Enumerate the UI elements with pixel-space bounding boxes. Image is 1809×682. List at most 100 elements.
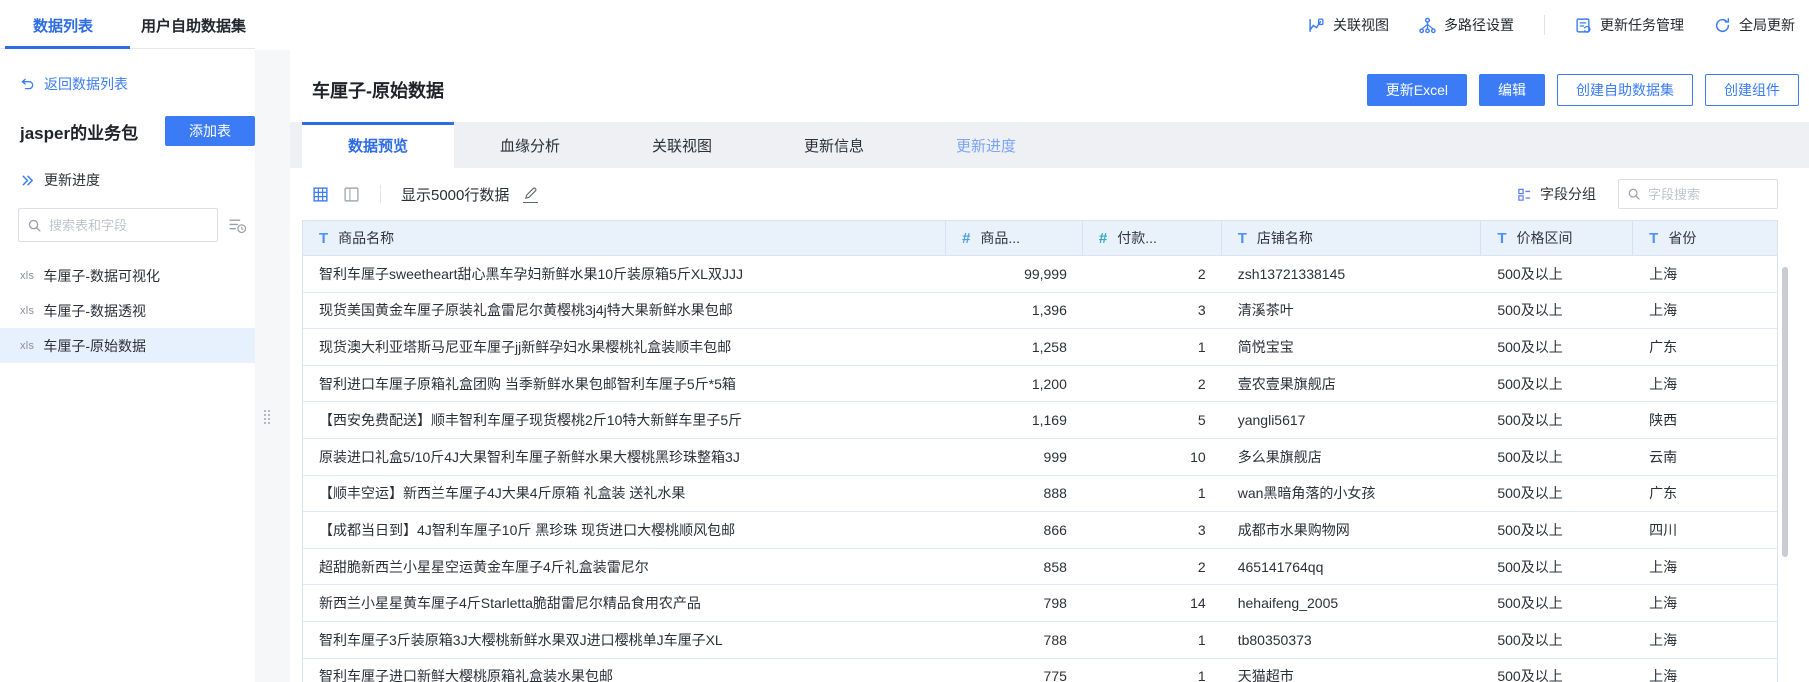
content-tab[interactable]: 更新进度 [910,122,1062,168]
vertical-scrollbar[interactable] [1782,267,1788,557]
table-cell: 465141764qq [1222,549,1482,585]
table-row[interactable]: 新西兰小星星黄车厘子4斤Starletta脆甜雷尼尔精品食用农产品79814he… [303,585,1777,622]
table-cell: 智利车厘子sweetheart甜心黑车孕妇新鲜水果10斤装原箱5斤XL双JJJ [303,256,946,292]
top-action[interactable]: 关联视图 [1308,15,1389,35]
drag-handle-icon[interactable] [264,410,273,424]
table-row[interactable]: 现货澳大利亚塔斯马尼亚车厘子jj新鲜孕妇水果樱桃礼盒装顺丰包邮1,2581简悦宝… [303,329,1777,366]
table-row[interactable]: 原装进口礼盒5/10斤4J大果智利车厘子新鲜水果大樱桃黑珍珠整箱3J99910多… [303,439,1777,476]
field-group-icon [1517,187,1532,202]
sidebar-search-input[interactable] [49,218,209,233]
search-icon [27,218,42,233]
content-tab[interactable]: 血缘分析 [454,122,606,168]
table-cell: 500及以上 [1481,512,1633,548]
table-row[interactable]: 超甜脆新西兰小星星空运黄金车厘子4斤礼盒装雷尼尔8582465141764qq5… [303,549,1777,586]
sidebar-search[interactable] [18,208,218,242]
back-link-label: 返回数据列表 [44,74,128,94]
table-row[interactable]: 智利进口车厘子原箱礼盒团购 当季新鲜水果包邮智利车厘子5斤*5箱1,2002壹农… [303,366,1777,403]
table-cell: 上海 [1633,622,1777,658]
column-label: 价格区间 [1517,228,1573,248]
column-header[interactable]: T店铺名称 [1222,221,1482,255]
button-创建组件[interactable]: 创建组件 [1705,74,1799,106]
table-cell: 现货澳大利亚塔斯马尼亚车厘子jj新鲜孕妇水果樱桃礼盒装顺丰包邮 [303,329,946,365]
page-title: 车厘子-原始数据 [312,77,1367,103]
column-label: 商品... [980,228,1020,248]
table-cell: 多么果旗舰店 [1222,439,1482,475]
column-header[interactable]: T省份 [1633,221,1777,255]
table-cell: 上海 [1633,256,1777,292]
table-cell: 866 [946,512,1083,548]
table-cell: 500及以上 [1481,549,1633,585]
content-tab[interactable]: 数据预览 [302,122,454,168]
table-cell: hehaifeng_2005 [1222,585,1482,621]
table-body: 智利车厘子sweetheart甜心黑车孕妇新鲜水果10斤装原箱5斤XL双JJJ9… [303,256,1777,682]
top-action[interactable]: 多路径设置 [1419,15,1514,35]
table-cell: 广东 [1633,476,1777,512]
content-tabs: 数据预览血缘分析关联视图更新信息更新进度 [290,122,1809,168]
table-row[interactable]: 【西安免费配送】顺丰智利车厘子现货樱桃2斤10特大新鲜车里子5斤1,1695ya… [303,402,1777,439]
back-to-data-list-link[interactable]: 返回数据列表 [20,74,255,94]
top-tabs: 数据列表 用户自助数据集 [0,0,246,50]
update-progress-label: 更新进度 [44,170,100,190]
column-header[interactable]: #付款... [1083,221,1222,255]
global-update-icon [1714,17,1731,34]
table-row[interactable]: 智利车厘子sweetheart甜心黑车孕妇新鲜水果10斤装原箱5斤XL双JJJ9… [303,256,1777,293]
table-cell: 广东 [1633,329,1777,365]
card-view-icon[interactable] [343,186,360,203]
field-search[interactable] [1618,179,1778,209]
panel-divider [255,50,290,682]
edit-row-count-icon[interactable] [523,186,538,203]
table-row[interactable]: 智利车厘子3斤装原箱3J大樱桃新鲜水果双J进口樱桃单J车厘子XL7881tb80… [303,622,1777,659]
table-row[interactable]: 智利车厘子进口新鲜大樱桃原箱礼盒装水果包邮7751天猫超市500及以上上海 [303,659,1777,682]
text-field-icon: T [1649,230,1658,247]
table-cell: yangli5617 [1222,402,1482,438]
content-tab[interactable]: 更新信息 [758,122,910,168]
table-cell: 500及以上 [1481,256,1633,292]
table-row[interactable]: 【顺丰空运】新西兰车厘子4J大果4斤原箱 礼盒装 送礼水果8881wan黑暗角落… [303,476,1777,513]
top-action[interactable]: 全局更新 [1714,15,1795,35]
sidebar-table-item[interactable]: xls车厘子-数据透视 [0,293,255,328]
table-cell: 云南 [1633,439,1777,475]
table-toolbar: 显示5000行数据 字段分组 [290,168,1809,220]
grid-view-icon[interactable] [312,186,329,203]
table-cell: 【成都当日到】4J智利车厘子10斤 黑珍珠 现货进口大樱桃顺风包邮 [303,512,946,548]
column-header[interactable]: # 商品... [946,221,1083,255]
button-更新Excel[interactable]: 更新Excel [1367,74,1467,106]
xls-file-icon: xls [20,340,34,352]
table-cell: wan黑暗角落的小女孩 [1222,476,1482,512]
top-tab[interactable]: 数据列表 [33,15,93,36]
table-cell: 3 [1083,512,1222,548]
table-cell: 1,396 [946,293,1083,329]
button-创建自助数据集[interactable]: 创建自助数据集 [1557,74,1693,106]
table-row[interactable]: 现货美国黄金车厘子原装礼盒雷尼尔黄樱桃3j4j特大果新鲜水果包邮1,3963清溪… [303,293,1777,330]
top-action[interactable]: 更新任务管理 [1575,15,1684,35]
number-field-icon: # [1099,230,1107,247]
top-tab[interactable]: 用户自助数据集 [141,15,246,36]
content-tab[interactable]: 关联视图 [606,122,758,168]
table-cell: 上海 [1633,366,1777,402]
table-cell: 新西兰小星星黄车厘子4斤Starletta脆甜雷尼尔精品食用农产品 [303,585,946,621]
field-group-button[interactable]: 字段分组 [1517,184,1596,204]
table-cell: 1 [1083,659,1222,682]
table-cell: 1,169 [946,402,1083,438]
sidebar-table-item[interactable]: xls车厘子-原始数据 [0,328,255,363]
table-cell: 14 [1083,585,1222,621]
active-tab-indicator [5,46,130,49]
button-编辑[interactable]: 编辑 [1479,74,1545,106]
column-header[interactable]: T价格区间 [1481,221,1633,255]
field-search-input[interactable] [1648,187,1769,202]
filter-history-icon[interactable] [228,217,247,234]
table-cell: 上海 [1633,585,1777,621]
top-action-label: 全局更新 [1739,15,1795,35]
sidebar-update-progress[interactable]: 更新进度 [20,170,255,190]
column-header[interactable]: T商品名称 [303,221,946,255]
relation-chart-icon [1308,17,1325,34]
table-cell: 2 [1083,549,1222,585]
sidebar-table-item[interactable]: xls车厘子-数据可视化 [0,258,255,293]
table-cell: 775 [946,659,1083,682]
table-cell: 788 [946,622,1083,658]
text-field-icon: T [319,230,328,247]
table-row[interactable]: 【成都当日到】4J智利车厘子10斤 黑珍珠 现货进口大樱桃顺风包邮8663成都市… [303,512,1777,549]
number-field-icon: # [962,230,970,247]
add-table-button[interactable]: 添加表 [165,116,255,146]
top-actions-divider [1544,15,1545,35]
